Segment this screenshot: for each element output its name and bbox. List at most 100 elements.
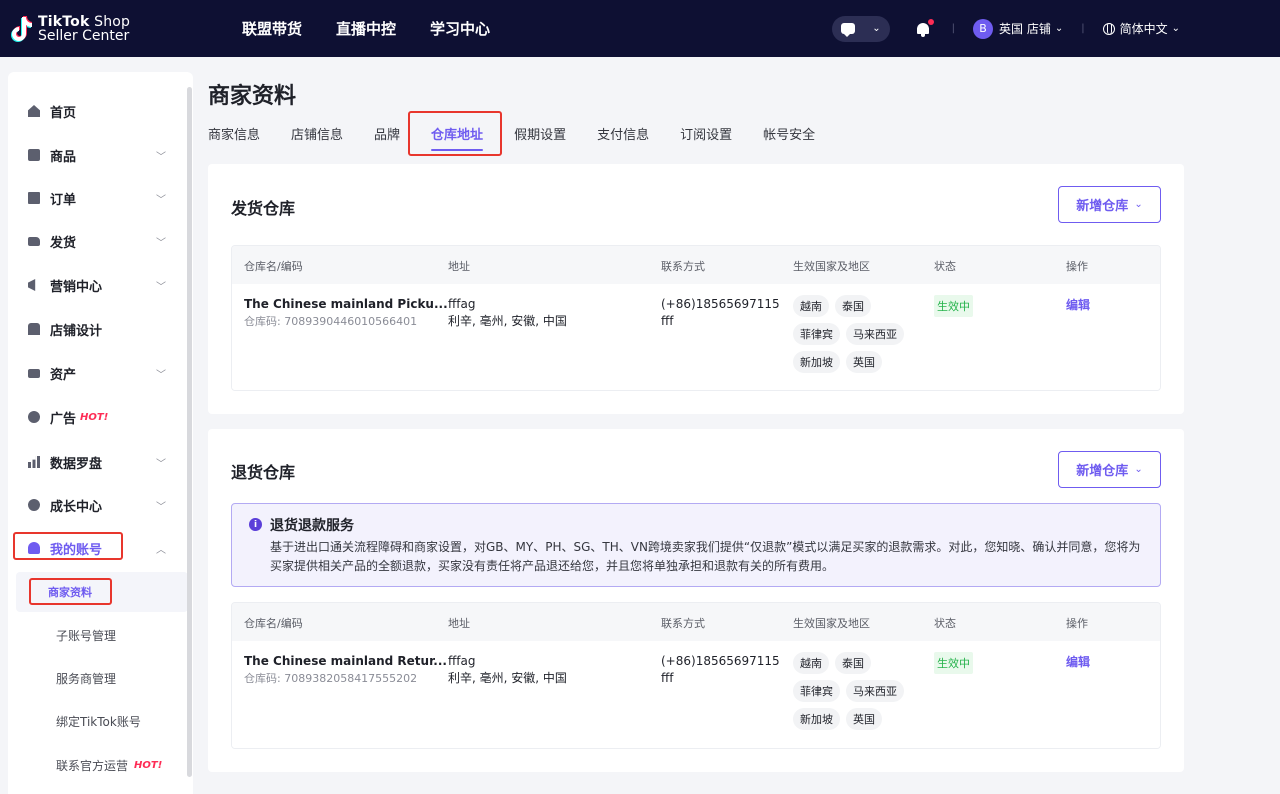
sidebar-item-label: 成长中心 [50, 499, 103, 515]
tab-holiday-settings[interactable]: 假期设置 [514, 124, 566, 143]
column-header: 地址 [448, 617, 470, 630]
chevron-down-icon: ﹀ [156, 458, 166, 470]
address-line2: 利辛, 亳州, 安徽, 中国 [448, 314, 567, 328]
product-icon [28, 149, 40, 161]
column-header: 状态 [934, 617, 956, 630]
chevron-down-icon: ﹀ [156, 281, 166, 293]
nav-learning-center[interactable]: 学习中心 [430, 18, 490, 39]
tab-subscription[interactable]: 订阅设置 [680, 124, 732, 143]
chart-icon [28, 456, 40, 468]
region-tag: 泰国 [835, 295, 871, 317]
notification-bell-icon[interactable] [916, 18, 934, 37]
user-icon [28, 542, 40, 554]
add-button-label: 新增仓库 [1076, 464, 1129, 479]
regions-cell: 越南 泰国 菲律宾 马来西亚 新加坡 英国 [793, 652, 913, 730]
contact-name: fff [661, 671, 674, 685]
table-row: The Chinese mainland Picku... 仓库码: 70893… [232, 284, 1160, 390]
warehouse-name-cell: The Chinese mainland Picku... 仓库码: 70893… [244, 296, 448, 330]
edit-link[interactable]: 编辑 [1066, 653, 1090, 670]
refund-notice: i 退货退款服务 基于进出口通关流程障碍和商家设置，对GB、MY、PH、SG、T… [231, 503, 1161, 587]
sidebar-sub-label: 商家资料 [48, 586, 92, 599]
top-bar: TikTok Shop Seller Center 联盟带货 直播中控 学习中心… [0, 0, 1280, 57]
sidebar-sub-label: 服务商管理 [56, 671, 117, 686]
chevron-down-icon: ⌄ [1134, 199, 1143, 210]
chevron-down-icon: ⌄ [1134, 464, 1143, 475]
return-warehouse-table: 仓库名/编码 地址 联系方式 生效国家及地区 状态 操作 The Chinese… [231, 602, 1161, 749]
add-shipping-warehouse-button[interactable]: 新增仓库 ⌄ [1058, 186, 1161, 223]
region-tag: 菲律宾 [793, 323, 840, 345]
chevron-down-icon: ﹀ [156, 237, 166, 249]
column-header: 操作 [1066, 617, 1088, 630]
address-line1: fffag [448, 654, 476, 668]
nav-live-control[interactable]: 直播中控 [336, 18, 396, 39]
contact-phone: (+86)18565697115 [661, 297, 780, 311]
page-title: 商家资料 [208, 84, 297, 109]
column-header: 操作 [1066, 260, 1088, 273]
chevron-down-icon: ⌄ [1054, 23, 1064, 34]
region-tag: 泰国 [835, 652, 871, 674]
sidebar-sub-bind-tiktok[interactable]: 绑定TikTok账号 [16, 701, 188, 741]
warehouse-name: The Chinese mainland Picku... [244, 297, 448, 311]
tab-brand[interactable]: 品牌 [374, 124, 400, 143]
nav-affiliate[interactable]: 联盟带货 [242, 18, 302, 39]
column-header: 生效国家及地区 [793, 260, 870, 273]
medal-icon [28, 499, 40, 511]
sidebar-item-label: 店铺设计 [50, 323, 103, 339]
sidebar-item-shop-design[interactable]: 店铺设计 [8, 313, 188, 345]
address-cell: fffag 利辛, 亳州, 安徽, 中国 [448, 296, 567, 330]
add-return-warehouse-button[interactable]: 新增仓库 ⌄ [1058, 451, 1161, 488]
sidebar-sub-service-providers[interactable]: 服务商管理 [16, 658, 188, 698]
ad-icon [28, 411, 40, 423]
status-badge: 生效中 [934, 295, 973, 317]
chevron-down-icon: ﹀ [156, 369, 166, 381]
contact-cell: (+86)18565697115 fff [661, 296, 780, 330]
contact-phone: (+86)18565697115 [661, 654, 780, 668]
region-tag: 越南 [793, 652, 829, 674]
sidebar-sub-sub-accounts[interactable]: 子账号管理 [16, 615, 188, 655]
tab-account-security[interactable]: 帐号安全 [763, 124, 815, 143]
sidebar-item-shipping[interactable]: 发货 ﹀ [8, 225, 188, 257]
tab-merchant-info[interactable]: 商家信息 [208, 124, 260, 143]
sidebar-item-my-account[interactable]: 我的账号 ︿ [8, 532, 188, 564]
sidebar-item-marketing[interactable]: 营销中心 ﹀ [8, 269, 188, 301]
chat-button[interactable]: ⌄ [831, 15, 890, 42]
edit-link[interactable]: 编辑 [1066, 296, 1090, 313]
card-icon [28, 368, 40, 378]
sidebar-item-data-compass[interactable]: 数据罗盘 ﹀ [8, 446, 188, 478]
sidebar-sub-contact-ops[interactable]: 联系官方运营 HOT! [16, 745, 188, 785]
sidebar-item-products[interactable]: 商品 ﹀ [8, 139, 188, 171]
sidebar-item-growth[interactable]: 成长中心 ﹀ [8, 489, 188, 521]
region-tag: 马来西亚 [846, 323, 904, 345]
tab-store-info[interactable]: 店铺信息 [291, 124, 343, 143]
tab-payment-info[interactable]: 支付信息 [597, 124, 649, 143]
tab-warehouse-address[interactable]: 仓库地址 [431, 124, 484, 151]
chevron-up-icon: ︿ [156, 544, 166, 556]
sidebar-sub-merchant-profile[interactable]: 商家资料 [16, 572, 188, 612]
sidebar-sub-label: 联系官方运营 [56, 758, 129, 773]
store-avatar: B [973, 18, 993, 39]
notice-body: 基于进出口通关流程障碍和商家设置，对GB、MY、PH、SG、TH、VN跨境卖家我… [270, 540, 1141, 573]
return-warehouse-card: 退货仓库 新增仓库 ⌄ i 退货退款服务 基于进出口通关流程障碍和商家设置，对GB… [208, 429, 1184, 772]
sidebar-scrollbar[interactable] [187, 87, 192, 777]
sidebar-item-assets[interactable]: 资产 ﹀ [8, 357, 188, 389]
hot-badge: HOT! [134, 759, 163, 771]
warehouse-code: 仓库码: 7089390446010566401 [244, 315, 418, 328]
notice-title: 退货退款服务 [270, 518, 354, 534]
language-switcher[interactable]: 简体中文 ⌄ [1102, 20, 1180, 37]
shipping-icon [28, 236, 40, 246]
chevron-down-icon: ﹀ [156, 501, 166, 513]
store-switcher[interactable]: B 英国 店铺 ⌄ [973, 18, 1064, 39]
sidebar-sub-label: 绑定TikTok账号 [56, 714, 141, 729]
sidebar-sub-label: 子账号管理 [56, 628, 117, 643]
sidebar-item-label: 数据罗盘 [50, 456, 103, 472]
sidebar-item-label: 营销中心 [50, 279, 103, 295]
region-tag: 新加坡 [793, 351, 840, 373]
address-line1: fffag [448, 297, 476, 311]
warehouse-code: 仓库码: 7089382058417555202 [244, 672, 418, 685]
region-tag: 越南 [793, 295, 829, 317]
sidebar-item-ads[interactable]: 广告 HOT! [8, 401, 188, 433]
sidebar-item-home[interactable]: 首页 [8, 95, 188, 127]
hot-badge: HOT! [80, 411, 109, 423]
sidebar-item-orders[interactable]: 订单 ﹀ [8, 182, 188, 214]
tiktok-shop-logo[interactable]: TikTok Shop Seller Center [10, 15, 220, 43]
